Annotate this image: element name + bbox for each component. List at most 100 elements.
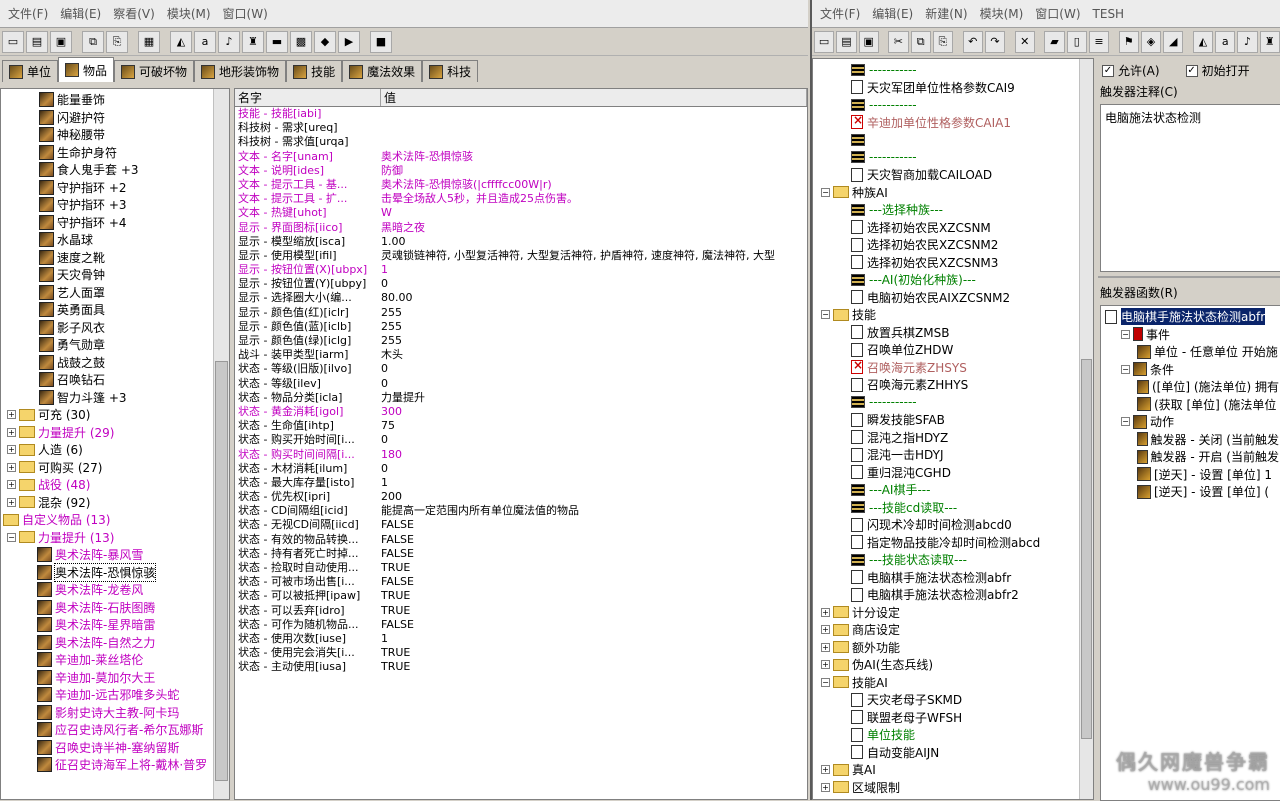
property-row[interactable]: 状态 - 持有者死亡时掉... FALSE: [235, 547, 807, 561]
property-value[interactable]: 奥术法阵-恐惧惊骇(|cffffcc00W|r): [381, 178, 807, 192]
tree-item[interactable]: 守护指环 +3: [1, 196, 229, 214]
sound-editor-icon[interactable]: ♪: [1237, 30, 1258, 53]
property-value[interactable]: TRUE: [381, 660, 807, 674]
new-trigger-icon[interactable]: ▯: [1066, 30, 1087, 53]
menu-item[interactable]: 窗口(W): [217, 5, 274, 22]
function-row[interactable]: − 动作: [1103, 413, 1279, 431]
property-value[interactable]: 能提高一定范围内所有单位魔法值的物品: [381, 504, 807, 518]
property-value[interactable]: FALSE: [381, 575, 807, 589]
tree-item[interactable]: 影射史诗大主教-阿卡玛: [1, 704, 229, 722]
trigger-tree-row[interactable]: 召唤海元素ZHHYS: [813, 376, 1093, 394]
function-row[interactable]: 单位 - 任意单位 开始施: [1103, 343, 1279, 361]
expand-icon[interactable]: +: [821, 660, 830, 670]
scrollbar-thumb[interactable]: [215, 361, 228, 781]
tree-item[interactable]: 守护指环 +4: [1, 214, 229, 232]
menu-item[interactable]: 文件(F): [814, 5, 866, 22]
trigger-tree-row[interactable]: − 种族AI: [813, 184, 1093, 202]
property-value[interactable]: 255: [381, 320, 807, 334]
tab-2[interactable]: 可破坏物: [114, 60, 195, 82]
tree-item[interactable]: 召唤钻石: [1, 371, 229, 389]
property-value[interactable]: 0: [381, 377, 807, 391]
property-row[interactable]: 技能 - 技能[iabi]: [235, 107, 807, 121]
enabled-checkbox[interactable]: ✓ 允许(A): [1102, 62, 1160, 79]
sound-editor-icon[interactable]: ♪: [218, 30, 240, 53]
trigger-tree-row[interactable]: 混沌一击HDYJ: [813, 446, 1093, 464]
new-event-icon[interactable]: ⚑: [1118, 30, 1139, 53]
tree-folder[interactable]: 自定义物品 (13): [1, 511, 229, 529]
tree-item[interactable]: 生命护身符: [1, 144, 229, 162]
menu-item[interactable]: 模块(M): [974, 5, 1030, 22]
name-column-header[interactable]: 名字: [235, 89, 381, 106]
property-row[interactable]: 显示 - 使用模型[ifil] 灵魂锁链神符, 小型复活神符, 大型复活神符, 护…: [235, 249, 807, 263]
property-value[interactable]: 灵魂锁链神符, 小型复活神符, 大型复活神符, 护盾神符, 速度神符, 魔法神符…: [381, 249, 807, 263]
property-row[interactable]: 显示 - 界面图标[iico] 黑暗之夜: [235, 221, 807, 235]
property-row[interactable]: 状态 - 可被市场出售[i... FALSE: [235, 575, 807, 589]
property-value[interactable]: 75: [381, 419, 807, 433]
property-value[interactable]: 180: [381, 448, 807, 462]
function-row[interactable]: − 事件: [1103, 326, 1279, 344]
trigger-tree-row[interactable]: 选择初始农民XZCSNM: [813, 219, 1093, 237]
expand-icon[interactable]: −: [821, 310, 830, 320]
property-value[interactable]: FALSE: [381, 547, 807, 561]
property-row[interactable]: 状态 - 可作为随机物品... FALSE: [235, 618, 807, 632]
tab-6[interactable]: 科技: [422, 60, 479, 82]
expand-icon[interactable]: +: [821, 625, 830, 635]
expand-icon[interactable]: +: [7, 480, 16, 490]
tree-item[interactable]: 奥术法阵-龙卷风: [1, 581, 229, 599]
expand-icon[interactable]: +: [821, 642, 830, 652]
property-value[interactable]: FALSE: [381, 618, 807, 632]
property-row[interactable]: 状态 - 等级[ilev] 0: [235, 377, 807, 391]
tree-folder[interactable]: + 力量提升 (29): [1, 424, 229, 442]
tree-item[interactable]: 应召史诗风行者-希尔瓦娜斯: [1, 721, 229, 739]
property-value[interactable]: TRUE: [381, 604, 807, 618]
property-value[interactable]: [381, 107, 807, 121]
property-value[interactable]: 1: [381, 632, 807, 646]
tree-item[interactable]: 征召史诗海军上将-戴林·普罗: [1, 756, 229, 774]
property-value[interactable]: 255: [381, 334, 807, 348]
property-row[interactable]: 文本 - 热键[uhot] W: [235, 206, 807, 220]
property-value[interactable]: 200: [381, 490, 807, 504]
undo-icon[interactable]: ↶: [962, 30, 983, 53]
tree-item[interactable]: 勇气勋章: [1, 336, 229, 354]
trigger-tree-row[interactable]: ---AI(初始化种族)---: [813, 271, 1093, 289]
expand-icon[interactable]: +: [7, 427, 16, 437]
menu-item[interactable]: 新建(N): [919, 5, 973, 22]
property-row[interactable]: 科技树 - 需求值[urqa]: [235, 135, 807, 149]
property-row[interactable]: 战斗 - 装甲类型[iarm] 木头: [235, 348, 807, 362]
tree-item[interactable]: 神秘腰带: [1, 126, 229, 144]
trigger-tree-row[interactable]: 瞬发技能SFAB: [813, 411, 1093, 429]
tree-folder[interactable]: + 可充 (30): [1, 406, 229, 424]
property-row[interactable]: 状态 - 无视CD间隔[iicd] FALSE: [235, 518, 807, 532]
trigger-tree-row[interactable]: 联盟老母子WFSH: [813, 709, 1093, 727]
tree-item[interactable]: 能量垂饰: [1, 91, 229, 109]
new-icon[interactable]: ▭: [2, 30, 24, 53]
property-row[interactable]: 状态 - 主动使用[iusa] TRUE: [235, 660, 807, 674]
property-row[interactable]: 状态 - 有效的物品转换... FALSE: [235, 533, 807, 547]
cut-icon[interactable]: ✂: [888, 30, 909, 53]
trigger-tree-row[interactable]: 召唤海元素ZHSYS: [813, 358, 1093, 377]
scrollbar-thumb[interactable]: [1081, 359, 1092, 739]
tree-item[interactable]: 水晶球: [1, 231, 229, 249]
trigger-tree-row[interactable]: − 技能AI: [813, 674, 1093, 692]
trigger-tree-row[interactable]: 天灾老母子SKMD: [813, 691, 1093, 709]
object-tree-scrollbar[interactable]: [213, 89, 229, 799]
function-row[interactable]: − 条件: [1103, 361, 1279, 379]
trigger-tree-row[interactable]: 选择初始农民XZCSNM3: [813, 254, 1093, 272]
expand-icon[interactable]: −: [821, 677, 830, 687]
trigger-tree-row[interactable]: 自动变能AIJN: [813, 744, 1093, 762]
paste-icon[interactable]: ⎘: [106, 30, 128, 53]
property-row[interactable]: 状态 - 最大库存量[isto] 1: [235, 476, 807, 490]
property-value[interactable]: TRUE: [381, 646, 807, 660]
tree-item[interactable]: 食人鬼手套 +3: [1, 161, 229, 179]
tab-5[interactable]: 魔法效果: [342, 60, 423, 82]
trigger-tree-row[interactable]: 辛迪加单位性格参数CAIA1: [813, 113, 1093, 132]
copy-icon[interactable]: ⧉: [82, 30, 104, 53]
property-value[interactable]: 1: [381, 476, 807, 490]
property-row[interactable]: 状态 - 捡取时自动使用... TRUE: [235, 561, 807, 575]
trigger-tree-row[interactable]: + 商店设定: [813, 621, 1093, 639]
expand-icon[interactable]: −: [1121, 329, 1130, 339]
checkbox-box[interactable]: ✓: [1102, 64, 1114, 77]
property-row[interactable]: 状态 - 购买开始时间[i... 0: [235, 433, 807, 447]
property-row[interactable]: 状态 - 可以被抵押[ipaw] TRUE: [235, 589, 807, 603]
tree-item[interactable]: 速度之靴: [1, 249, 229, 267]
